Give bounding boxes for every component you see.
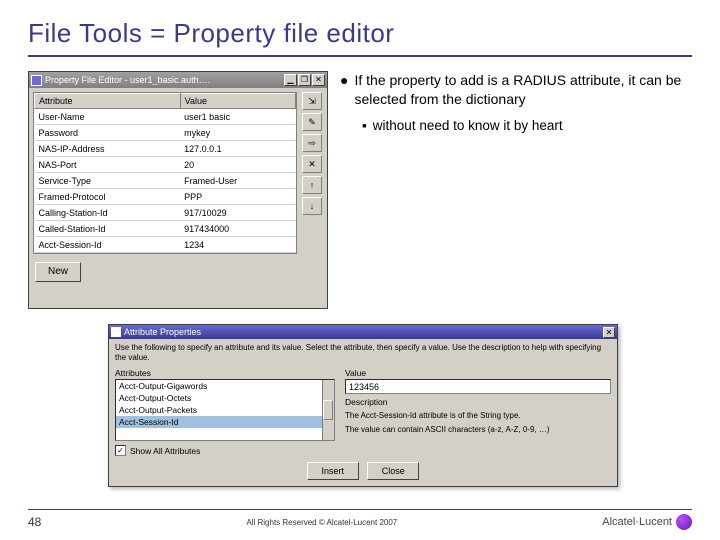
table-row[interactable]: Service-TypeFramed-User — [35, 173, 296, 189]
scrollbar[interactable] — [322, 380, 334, 440]
table-row[interactable]: Calling-Station-Id917/10029 — [35, 205, 296, 221]
col-value[interactable]: Value — [180, 94, 295, 109]
logo-swirl-icon — [676, 514, 692, 530]
bullet-dot-icon: ● — [340, 71, 348, 109]
pfe-side-toolbar: ⇲ ✎ ⇨ ✕ ↑ ↓ — [301, 92, 323, 254]
close-icon[interactable]: ✕ — [603, 327, 615, 338]
cell-attr: NAS-Port — [35, 157, 181, 173]
cell-attr: User-Name — [35, 109, 181, 125]
list-item-selected[interactable]: Acct-Session-Id — [116, 416, 334, 428]
cell-val: 1234 — [180, 237, 295, 253]
ad-titlebar[interactable]: Attribute Properties ✕ — [109, 325, 617, 339]
list-item[interactable]: Acct-Output-Gigawords — [116, 380, 334, 392]
tool-move-up-icon[interactable]: ↑ — [302, 176, 322, 194]
cell-val: Framed-User — [180, 173, 295, 189]
show-all-checkbox[interactable]: ✓ — [115, 445, 126, 456]
table-row[interactable]: Passwordmykey — [35, 125, 296, 141]
table-row[interactable]: NAS-Port20 — [35, 157, 296, 173]
tool-delete-icon[interactable]: ✕ — [302, 155, 322, 173]
table-row[interactable]: Acct-Session-Id1234 — [35, 237, 296, 253]
table-row[interactable]: Called-Station-Id917434000 — [35, 221, 296, 237]
pfe-titlebar[interactable]: Property File Editor - user1_basic.auth…… — [29, 72, 327, 88]
cell-attr: Service-Type — [35, 173, 181, 189]
description-label: Description — [345, 397, 611, 407]
title-rule — [28, 55, 692, 57]
cell-val: 20 — [180, 157, 295, 173]
table-row[interactable]: User-Nameuser1 basic — [35, 109, 296, 125]
cell-val: 127.0.0.1 — [180, 141, 295, 157]
table-row[interactable]: Framed-ProtocolPPP — [35, 189, 296, 205]
close-button[interactable]: Close — [367, 462, 419, 480]
cell-attr: Framed-Protocol — [35, 189, 181, 205]
pfe-title-text: Property File Editor - user1_basic.auth…… — [45, 75, 284, 85]
attributes-listbox[interactable]: Acct-Output-Gigawords Acct-Output-Octets… — [115, 379, 335, 441]
pfe-table[interactable]: Attribute Value User-Nameuser1 basic Pas… — [33, 92, 297, 254]
alcatel-lucent-logo: Alcatel·Lucent — [602, 514, 692, 530]
cell-attr: Password — [35, 125, 181, 141]
cell-attr: Acct-Session-Id — [35, 237, 181, 253]
value-label: Value — [345, 368, 611, 378]
ad-system-icon — [111, 327, 121, 337]
cell-val: mykey — [180, 125, 295, 141]
bullet-level-1: ● If the property to add is a RADIUS att… — [340, 71, 692, 109]
description-text-2: The value can contain ASCII characters (… — [345, 425, 611, 435]
cell-val: user1 basic — [180, 109, 295, 125]
ad-instruction-text: Use the following to specify an attribut… — [115, 343, 611, 362]
list-item[interactable]: Acct-Output-Octets — [116, 392, 334, 404]
table-row[interactable]: NAS-IP-Address127.0.0.1 — [35, 141, 296, 157]
slide-footer: 48 All Rights Reserved © Alcatel-Lucent … — [28, 509, 692, 530]
property-file-editor-window: Property File Editor - user1_basic.auth…… — [28, 71, 328, 309]
copyright-text: All Rights Reserved © Alcatel-Lucent 200… — [41, 518, 602, 527]
cell-attr: NAS-IP-Address — [35, 141, 181, 157]
bullet1-text: If the property to add is a RADIUS attri… — [354, 71, 692, 109]
cell-attr: Calling-Station-Id — [35, 205, 181, 221]
cell-attr: Called-Station-Id — [35, 221, 181, 237]
bullet-square-icon: ▪ — [362, 117, 367, 135]
cell-val: 917/10029 — [180, 205, 295, 221]
maximize-icon[interactable]: ❐ — [298, 74, 311, 86]
description-text-1: The Acct-Session-Id attribute is of the … — [345, 411, 611, 421]
tool-edit-icon[interactable]: ✎ — [302, 113, 322, 131]
cell-val: PPP — [180, 189, 295, 205]
close-icon[interactable]: ✕ — [312, 74, 325, 86]
new-button[interactable]: New — [35, 262, 81, 282]
tool-insert-icon[interactable]: ⇨ — [302, 134, 322, 152]
pfe-system-icon — [31, 75, 42, 86]
attribute-properties-dialog: Attribute Properties ✕ Use the following… — [108, 324, 618, 487]
cell-val: 917434000 — [180, 221, 295, 237]
bullet2-text: without need to know it by heart — [373, 117, 563, 135]
logo-text: Alcatel·Lucent — [602, 516, 672, 528]
bullet-level-2: ▪ without need to know it by heart — [362, 117, 692, 135]
footer-rule — [28, 509, 692, 510]
attributes-label: Attributes — [115, 368, 335, 378]
col-attribute[interactable]: Attribute — [35, 94, 181, 109]
scrollbar-thumb[interactable] — [323, 400, 333, 420]
value-input[interactable] — [345, 379, 611, 394]
ad-title-text: Attribute Properties — [124, 327, 603, 337]
tool-expand-icon[interactable]: ⇲ — [302, 92, 322, 110]
list-item[interactable]: Acct-Output-Packets — [116, 404, 334, 416]
insert-button[interactable]: Insert — [307, 462, 359, 480]
page-number: 48 — [28, 515, 41, 529]
tool-move-down-icon[interactable]: ↓ — [302, 197, 322, 215]
minimize-icon[interactable]: ▁ — [284, 74, 297, 86]
show-all-label: Show All Attributes — [130, 446, 200, 456]
slide-title: File Tools = Property file editor — [28, 18, 692, 49]
